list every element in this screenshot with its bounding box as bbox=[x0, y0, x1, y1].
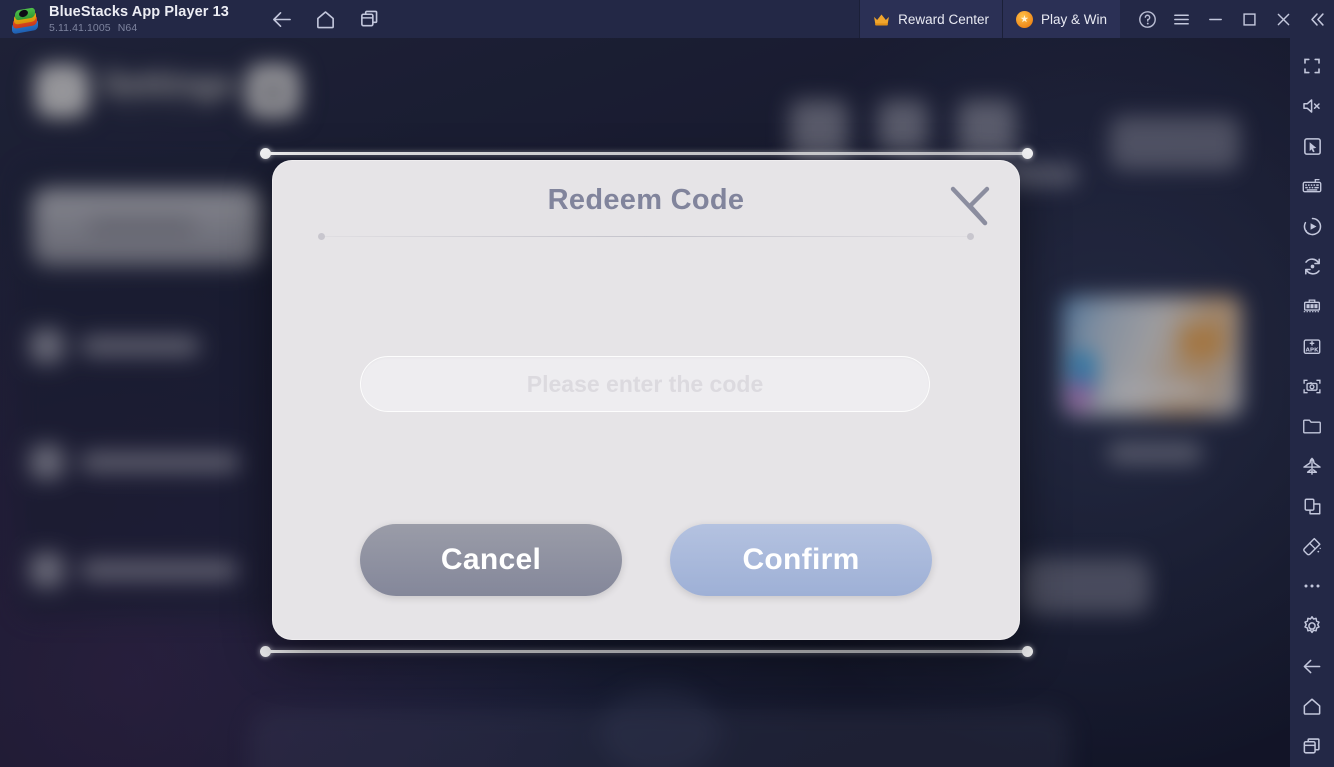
titlebar-nav-group bbox=[267, 4, 385, 34]
dialog-close-button[interactable] bbox=[944, 181, 996, 233]
title-bar: BlueStacks App Player 13 5.11.41.1005 N64 bbox=[0, 0, 1334, 38]
dialog-frame-dot bbox=[260, 148, 271, 159]
confirm-button[interactable]: Confirm bbox=[670, 524, 932, 596]
help-button[interactable] bbox=[1130, 0, 1164, 38]
screenshot-icon[interactable] bbox=[1292, 366, 1332, 406]
dialog-frame-line-top bbox=[265, 152, 1027, 155]
titlebar-recents-button[interactable] bbox=[355, 4, 385, 34]
android-home-icon[interactable] bbox=[1292, 686, 1332, 726]
dialog-frame-dot bbox=[1022, 148, 1033, 159]
eco-mode-icon[interactable] bbox=[1292, 446, 1332, 486]
resize-window-icon[interactable] bbox=[1292, 486, 1332, 526]
reward-center-label: Reward Center bbox=[898, 11, 989, 27]
android-recents-icon[interactable] bbox=[1292, 726, 1332, 766]
collapse-sidebar-button[interactable] bbox=[1300, 0, 1334, 38]
macro-play-icon[interactable] bbox=[1292, 206, 1332, 246]
android-back-icon[interactable] bbox=[1292, 646, 1332, 686]
dialog-frame-line-bottom bbox=[265, 650, 1027, 653]
menu-button[interactable] bbox=[1164, 0, 1198, 38]
collapse-icon bbox=[1311, 12, 1324, 26]
crown-icon bbox=[874, 13, 890, 25]
dialog-frame-dot bbox=[260, 646, 271, 657]
keyboard-icon[interactable] bbox=[1292, 166, 1332, 206]
bluestacks-app-window: Settings ᚠᚱᛉᛁᛁᚱᚨᛁᚠ BlueStacks App Player… bbox=[0, 0, 1334, 767]
titlebar-home-button[interactable] bbox=[311, 4, 341, 34]
back-arrow-icon bbox=[273, 11, 292, 27]
play-and-win-label: Play & Win bbox=[1040, 11, 1107, 27]
close-icon bbox=[1277, 13, 1289, 25]
titlebar-back-button[interactable] bbox=[267, 4, 297, 34]
play-and-win-button[interactable]: Play & Win bbox=[1001, 0, 1120, 38]
window-controls bbox=[1130, 0, 1334, 38]
install-apk-icon[interactable]: APK bbox=[1292, 326, 1332, 366]
app-build: N64 bbox=[117, 21, 138, 34]
redeem-code-field[interactable] bbox=[360, 356, 930, 412]
svg-text:APK: APK bbox=[1306, 347, 1320, 353]
app-title: BlueStacks App Player 13 bbox=[49, 4, 229, 20]
titlebar-right-group: Reward Center Play & Win bbox=[859, 0, 1334, 38]
trim-memory-icon[interactable] bbox=[1292, 526, 1332, 566]
home-icon bbox=[317, 10, 335, 28]
settings-gear-icon[interactable] bbox=[1292, 606, 1332, 646]
divider-end-dot bbox=[318, 233, 325, 240]
coin-star-icon bbox=[1015, 10, 1033, 28]
cancel-button[interactable]: Cancel bbox=[360, 524, 622, 596]
maximize-icon bbox=[1242, 12, 1256, 26]
multi-instance-icon[interactable] bbox=[1292, 286, 1332, 326]
right-toolbar: APK bbox=[1290, 38, 1334, 767]
dialog-divider bbox=[320, 236, 972, 237]
cursor-pointer-icon[interactable] bbox=[1292, 126, 1332, 166]
dialog-action-row: Cancel Confirm bbox=[272, 524, 1020, 596]
divider-end-dot bbox=[967, 233, 974, 240]
close-button[interactable] bbox=[1266, 0, 1300, 38]
app-version: 5.11.41.1005 bbox=[49, 21, 111, 34]
mute-volume-off-icon[interactable] bbox=[1292, 86, 1332, 126]
fullscreen-icon[interactable] bbox=[1292, 46, 1332, 86]
minimize-button[interactable] bbox=[1198, 0, 1232, 38]
maximize-button[interactable] bbox=[1232, 0, 1266, 38]
menu-icon bbox=[1173, 13, 1189, 25]
bluestacks-logo-icon bbox=[12, 6, 38, 35]
minimize-icon bbox=[1208, 18, 1222, 20]
app-version-line: 5.11.41.1005 N64 bbox=[49, 21, 229, 34]
help-icon bbox=[1138, 10, 1156, 28]
close-x-icon bbox=[950, 186, 990, 226]
app-title-block: BlueStacks App Player 13 5.11.41.1005 N64 bbox=[49, 5, 229, 33]
more-options-icon[interactable] bbox=[1292, 566, 1332, 606]
rotate-icon[interactable] bbox=[1292, 246, 1332, 286]
dialog-frame-dot bbox=[1022, 646, 1033, 657]
recents-icon bbox=[361, 10, 378, 27]
redeem-code-input[interactable] bbox=[361, 357, 929, 411]
redeem-code-dialog: Redeem Code Cancel Confirm bbox=[272, 160, 1020, 640]
dialog-title: Redeem Code bbox=[547, 184, 745, 216]
reward-center-button[interactable]: Reward Center bbox=[859, 0, 1002, 38]
media-folder-icon[interactable] bbox=[1292, 406, 1332, 446]
